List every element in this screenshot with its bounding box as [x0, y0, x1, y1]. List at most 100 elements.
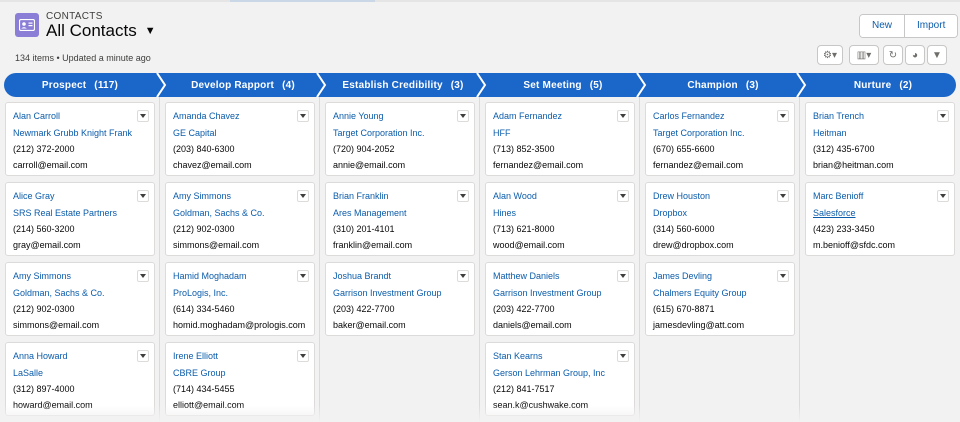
card-menu-button[interactable] — [617, 110, 629, 122]
stage-5[interactable]: Champion (3) — [646, 73, 800, 97]
contact-name-link[interactable]: Marc Benioff — [813, 188, 947, 205]
contact-name-link[interactable]: Joshua Brandt — [333, 268, 467, 285]
account-name-link[interactable]: Target Corporation Inc. — [333, 125, 467, 141]
display-as-button[interactable]: ▥▾ — [849, 45, 879, 65]
stage-1[interactable]: Prospect (117) — [0, 73, 160, 97]
list-view-selector[interactable]: All Contacts ▼ — [46, 21, 156, 41]
contact-name-link[interactable]: Amy Simmons — [173, 188, 307, 205]
filter-button[interactable]: ▼ — [927, 45, 947, 65]
contact-name-link[interactable]: Anna Howard — [13, 348, 147, 365]
card-menu-button[interactable] — [457, 110, 469, 122]
contact-card[interactable]: Annie Young Target Corporation Inc. (720) … — [325, 102, 475, 176]
contact-name-link[interactable]: James Devling — [653, 268, 787, 285]
account-name-link[interactable]: SRS Real Estate Partners — [13, 205, 147, 221]
contact-card[interactable]: Marc Benioff Salesforce (423) 233-3450 m.be… — [805, 182, 955, 256]
contact-card[interactable]: Amy Simmons Goldman, Sachs & Co. (212) 902… — [165, 182, 315, 256]
account-name-link[interactable]: HFF — [493, 125, 627, 141]
stage-label: Prospect — [41, 79, 87, 91]
account-name-link[interactable]: Newmark Grubb Knight Frank — [13, 125, 147, 141]
card-menu-button[interactable] — [617, 190, 629, 202]
card-menu-button[interactable] — [137, 190, 149, 202]
account-name-link[interactable]: Gerson Lehrman Group, Inc — [493, 365, 627, 381]
contact-phone: (212) 841-7517 — [493, 384, 555, 394]
card-menu-button[interactable] — [777, 110, 789, 122]
contact-name-link[interactable]: Brian Trench — [813, 108, 947, 125]
card-menu-button[interactable] — [937, 190, 949, 202]
contact-name-link[interactable]: Stan Kearns — [493, 348, 627, 365]
card-menu-button[interactable] — [777, 270, 789, 282]
contact-name-link[interactable]: Alan Wood — [493, 188, 627, 205]
contact-name-link[interactable]: Carlos Fernandez — [653, 108, 787, 125]
contact-name-link[interactable]: Amanda Chavez — [173, 108, 307, 125]
account-name-link[interactable]: LaSalle — [13, 365, 147, 381]
account-name-link[interactable]: Goldman, Sachs & Co. — [173, 205, 307, 221]
chevron-down-icon — [620, 114, 626, 118]
contact-card[interactable]: Brian Franklin Ares Management (310) 201-4… — [325, 182, 475, 256]
card-menu-button[interactable] — [297, 350, 309, 362]
account-name-link[interactable]: Dropbox — [653, 205, 787, 221]
contact-name-link[interactable]: Adam Fernandez — [493, 108, 627, 125]
stage-6[interactable]: Nurture (2) — [806, 73, 960, 97]
account-name-link[interactable]: ProLogis, Inc. — [173, 285, 307, 301]
contact-card[interactable]: Carlos Fernandez Target Corporation Inc. (… — [645, 102, 795, 176]
contact-phone: (713) 621-8000 — [493, 224, 555, 234]
card-menu-button[interactable] — [137, 270, 149, 282]
account-name-link[interactable]: Chalmers Equity Group — [653, 285, 787, 301]
list-settings-button[interactable]: ⚙▾ — [817, 45, 843, 65]
stage-count: (3) — [745, 79, 759, 91]
account-name-link[interactable]: Heitman — [813, 125, 947, 141]
contact-name-link[interactable]: Alan Carroll — [13, 108, 147, 125]
contact-card[interactable]: Alice Gray SRS Real Estate Partners (214) … — [5, 182, 155, 256]
card-menu-button[interactable] — [937, 110, 949, 122]
contact-card[interactable]: Amanda Chavez GE Capital (203) 840-6300 cha… — [165, 102, 315, 176]
contact-card[interactable]: Alan Carroll Newmark Grubb Knight Frank (2… — [5, 102, 155, 176]
contact-name-link[interactable]: Hamid Moghadam — [173, 268, 307, 285]
contact-card[interactable]: Brian Trench Heitman (312) 435-6700 brian@h… — [805, 102, 955, 176]
contact-name-link[interactable]: Amy Simmons — [13, 268, 147, 285]
card-menu-button[interactable] — [297, 190, 309, 202]
account-name-link[interactable]: Target Corporation Inc. — [653, 125, 787, 141]
card-menu-button[interactable] — [777, 190, 789, 202]
contact-email: homid.moghadam@prologis.com — [173, 320, 306, 330]
refresh-button[interactable]: ↻ — [883, 45, 903, 65]
stage-3[interactable]: Establish Credibility (3) — [326, 73, 480, 97]
import-button[interactable]: Import — [904, 15, 958, 37]
card-menu-button[interactable] — [137, 110, 149, 122]
stage-4[interactable]: Set Meeting (5) — [486, 73, 640, 97]
account-name-link[interactable]: Hines — [493, 205, 627, 221]
account-name-link[interactable]: Goldman, Sachs & Co. — [13, 285, 147, 301]
contact-card[interactable]: Adam Fernandez HFF (713) 852-3500 fernandez… — [485, 102, 635, 176]
contact-name-link[interactable]: Irene Elliott — [173, 348, 307, 365]
contact-card[interactable]: Amy Simmons Goldman, Sachs & Co. (212) 902… — [5, 262, 155, 336]
card-menu-button[interactable] — [617, 350, 629, 362]
contact-card[interactable]: James Devling Chalmers Equity Group (615) … — [645, 262, 795, 336]
account-name-link[interactable]: GE Capital — [173, 125, 307, 141]
contact-name-link[interactable]: Matthew Daniels — [493, 268, 627, 285]
charts-button[interactable]: ◕ — [905, 45, 925, 65]
account-name-link[interactable]: CBRE Group — [173, 365, 307, 381]
card-menu-button[interactable] — [457, 190, 469, 202]
contact-card[interactable]: Hamid Moghadam ProLogis, Inc. (614) 334-54… — [165, 262, 315, 336]
account-name-link[interactable]: Garrison Investment Group — [493, 285, 627, 301]
contact-card[interactable]: Drew Houston Dropbox (314) 560-6000 drew@dr… — [645, 182, 795, 256]
account-name-link[interactable]: Salesforce — [813, 205, 947, 221]
card-menu-button[interactable] — [617, 270, 629, 282]
contact-phone: (310) 201-4101 — [333, 224, 395, 234]
contact-name-link[interactable]: Annie Young — [333, 108, 467, 125]
card-menu-button[interactable] — [457, 270, 469, 282]
contact-card[interactable]: Alan Wood Hines (713) 621-8000 wood@email.c… — [485, 182, 635, 256]
account-name-link[interactable]: Garrison Investment Group — [333, 285, 467, 301]
new-button[interactable]: New — [860, 15, 905, 37]
card-menu-button[interactable] — [137, 350, 149, 362]
card-menu-button[interactable] — [297, 110, 309, 122]
table-icon: ▥▾ — [856, 49, 872, 61]
stage-2[interactable]: Develop Rapport (4) — [166, 73, 320, 97]
contact-card[interactable]: Joshua Brandt Garrison Investment Group (2… — [325, 262, 475, 336]
card-menu-button[interactable] — [297, 270, 309, 282]
contact-phone: (312) 897-4000 — [13, 384, 75, 394]
account-name-link[interactable]: Ares Management — [333, 205, 467, 221]
contact-name-link[interactable]: Alice Gray — [13, 188, 147, 205]
contact-name-link[interactable]: Drew Houston — [653, 188, 787, 205]
contact-card[interactable]: Matthew Daniels Garrison Investment Group… — [485, 262, 635, 336]
contact-name-link[interactable]: Brian Franklin — [333, 188, 467, 205]
